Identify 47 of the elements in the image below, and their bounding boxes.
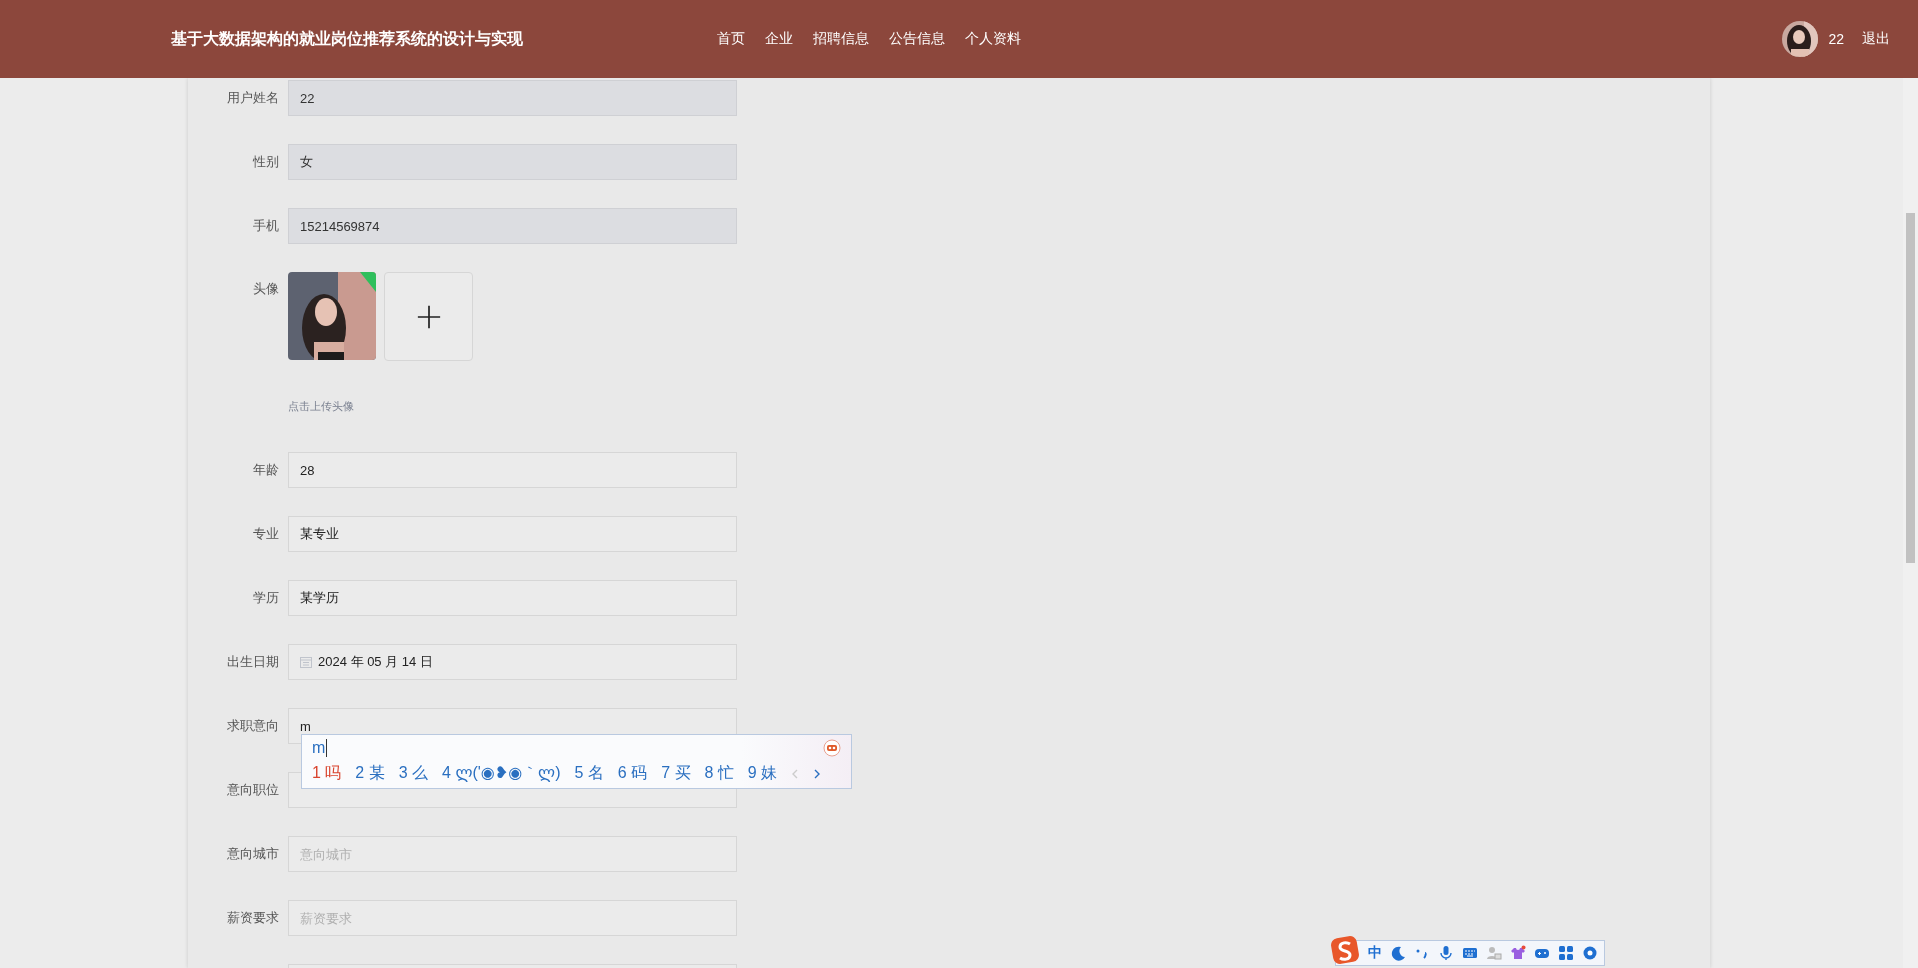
microphone-icon[interactable] [1438,945,1454,961]
field-label: 头像 [252,280,280,298]
field-label: 年龄 [252,461,280,479]
candidate-item[interactable]: 5 名 [574,763,604,784]
calendar-icon [300,656,312,668]
candidate-item[interactable]: 2 某 [355,763,385,784]
user-name: 22 [1828,31,1844,47]
input-field[interactable]: 某专业 [288,516,737,552]
candidate-item[interactable]: 8 忙 [704,763,734,784]
plus-icon [416,304,441,329]
apps-icon[interactable] [1558,945,1574,961]
shirt-icon[interactable] [1510,945,1526,961]
field-label: 专业 [252,525,280,543]
field-label: 意向城市 [226,845,280,863]
field-label: 求职意向 [226,717,280,735]
field-label: 出生日期 [226,653,280,671]
scrollbar[interactable] [1903,78,1918,968]
field-label: 性别 [252,153,280,171]
candidate-item[interactable]: 4 ლ('◉❥◉｀ლ) [442,763,561,784]
candidate-item[interactable]: 1 吗 [312,763,342,784]
input-field[interactable]: 28 [288,452,737,488]
language-toggle[interactable]: 中 [1368,944,1382,962]
ime-logo-icon[interactable] [1330,935,1360,965]
nav-link[interactable]: 个人资料 [963,26,1023,52]
logout-link[interactable]: 退出 [1862,30,1890,48]
nav-link[interactable]: 招聘信息 [811,26,871,52]
keyboard-icon[interactable] [1462,945,1478,961]
date-value: 2024 年 05 月 14 日 [318,653,433,671]
field-label: 学历 [252,589,280,607]
candidate-item[interactable]: 3 么 [398,763,429,784]
field-label: 用户姓名 [226,89,280,107]
field-label: 薪资要求 [226,909,280,927]
candidate-item[interactable]: 9 妹 [747,763,778,784]
input-field[interactable]: 某学历 [288,580,737,616]
date-field[interactable]: 2024 年 05 月 14 日 [288,644,737,680]
next-page-icon[interactable] [813,767,822,780]
field-label: 手机 [252,217,280,235]
site-title: 基于大数据架构的就业岗位推荐系统的设计与实现 [171,28,523,49]
composition-text: m [312,739,328,757]
upload-hint: 点击上传头像 [288,399,355,414]
nav-link[interactable]: 企业 [763,26,795,52]
field-label: 意向职位 [226,781,280,799]
moon-icon[interactable] [1390,945,1406,961]
candidate-item[interactable]: 7 买 [661,763,691,784]
candidate-item[interactable]: 6 码 [617,763,648,784]
nav-link[interactable]: 公告信息 [887,26,947,52]
nav-link[interactable]: 首页 [715,26,747,52]
